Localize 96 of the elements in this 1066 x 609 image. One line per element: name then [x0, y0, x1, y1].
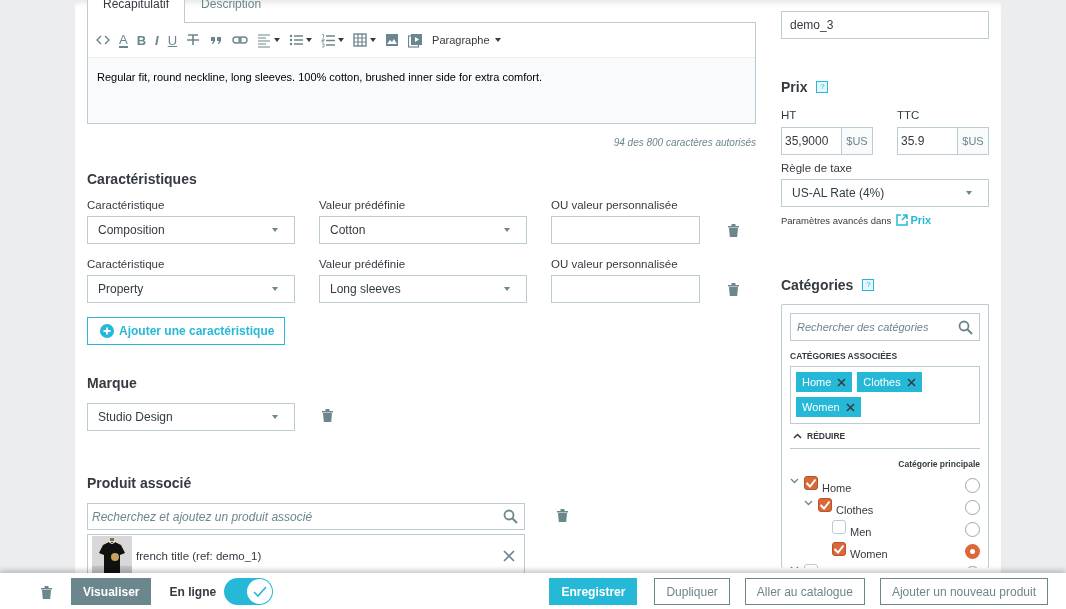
editor-text: Regular fit, round neckline, long sleeves. 100% cotton, brushed inner side for extra comfort.	[97, 71, 544, 83]
trash-icon[interactable]	[322, 409, 333, 422]
field-label: OU valeur personnalisée	[551, 199, 679, 211]
collapse-link[interactable]: RÉDUIRE	[790, 424, 980, 449]
section-title: Caractéristiques	[87, 171, 198, 187]
category-name: Home	[822, 482, 852, 494]
footer-button[interactable]: Ajouter un nouveau produit	[879, 578, 1048, 605]
input-field[interactable]	[551, 216, 700, 244]
currency-label: $US	[957, 128, 988, 154]
chevron-down-icon[interactable]	[804, 500, 813, 506]
section-title: Produit associé	[87, 475, 193, 491]
field-label: OU valeur personnalisée	[551, 258, 679, 270]
field-label: Caractéristique	[87, 199, 166, 211]
tab[interactable]: Récapitulatif	[87, 0, 186, 23]
bullet-list-icon[interactable]	[289, 32, 304, 48]
dropdown[interactable]: Composition	[87, 216, 295, 244]
currency-label: $US	[841, 128, 872, 154]
check-icon	[819, 500, 831, 510]
help-text: Paramètres avancés dans	[781, 214, 892, 226]
check-icon	[805, 478, 817, 488]
external-link-icon	[896, 214, 909, 226]
check-icon	[252, 585, 267, 598]
caret-icon	[494, 38, 501, 42]
plus-circle-icon	[100, 324, 114, 338]
category-tag: Home	[796, 372, 853, 392]
text-color-button[interactable]: A	[119, 32, 128, 48]
video-icon[interactable]	[408, 32, 424, 48]
trash-icon[interactable]	[728, 224, 739, 237]
search-icon	[958, 319, 973, 335]
product-name: french title (ref: demo_1)	[136, 550, 263, 562]
strikethrough-icon[interactable]	[186, 32, 201, 48]
format-dropdown[interactable]: Paragraphe	[432, 34, 501, 46]
caret-icon	[272, 415, 278, 419]
toggle-switch[interactable]	[224, 578, 274, 605]
caret-icon	[504, 287, 510, 291]
dropdown[interactable]: Property	[87, 275, 295, 303]
field-label: CATÉGORIES ASSOCIÉES	[790, 351, 899, 361]
checkbox[interactable]	[832, 520, 846, 534]
dropdown[interactable]: Cotton	[319, 216, 527, 244]
check-icon	[833, 544, 845, 554]
field-label: HT	[781, 109, 798, 121]
bold-button[interactable]: B	[136, 32, 147, 48]
column-label: Catégorie principale	[897, 459, 980, 469]
price-field[interactable]: 35,9000 $US	[781, 127, 873, 155]
close-icon[interactable]	[906, 377, 916, 387]
footer-button[interactable]: Dupliquer	[654, 578, 730, 605]
field-label: Valeur prédéfinie	[319, 258, 407, 270]
section-title: Prix	[781, 79, 808, 95]
chevron-up-icon	[793, 433, 802, 439]
category-name: Women	[850, 548, 888, 560]
preview-button[interactable]: Visualiser	[71, 578, 152, 605]
trash-icon[interactable]	[557, 508, 568, 522]
chevron-down-icon[interactable]	[790, 478, 799, 484]
trash-icon[interactable]	[728, 283, 739, 296]
underline-button[interactable]: U	[167, 32, 178, 48]
footer-button[interactable]: Aller au catalogue	[744, 578, 865, 605]
category-name: Men	[850, 526, 872, 538]
checkbox[interactable]	[832, 542, 846, 556]
field-label: Valeur prédéfinie	[319, 199, 407, 211]
italic-button[interactable]: I	[155, 32, 159, 48]
search-field[interactable]: Rechercher des catégories	[790, 313, 980, 341]
dropdown[interactable]: Studio Design	[87, 403, 295, 431]
reference-field[interactable]: demo_3	[781, 11, 989, 39]
close-icon[interactable]	[503, 550, 515, 562]
caret-icon	[966, 191, 972, 195]
search-field[interactable]: Recherchez et ajoutez un produit associé	[87, 503, 525, 530]
close-icon[interactable]	[837, 377, 847, 387]
category-tag: Women	[796, 397, 861, 417]
dropdown[interactable]: US-AL Rate (4%)	[781, 179, 989, 207]
search-input[interactable]: Recherchez et ajoutez un produit associé	[92, 509, 503, 524]
price-field[interactable]: 35.9 $US	[897, 127, 989, 155]
category-tag: Clothes	[857, 372, 922, 392]
search-icon	[503, 509, 518, 524]
image-icon[interactable]	[385, 32, 400, 48]
caret-icon	[272, 287, 278, 291]
tab[interactable]: Description	[185, 0, 278, 22]
numbered-list-icon[interactable]	[321, 32, 336, 48]
field-label: Règle de taxe	[781, 162, 853, 174]
character-count: 94 des 800 caractères autorisés	[612, 137, 756, 148]
search-input[interactable]: Rechercher des catégories	[797, 321, 958, 333]
toggle-label: En ligne	[169, 585, 217, 599]
category-name: Clothes	[836, 504, 874, 516]
radio-button[interactable]	[965, 544, 980, 559]
field-label: TTC	[897, 109, 921, 121]
section-title: Marque	[87, 375, 138, 391]
checkbox[interactable]	[818, 498, 832, 512]
caret-icon	[272, 228, 278, 232]
section-title: Catégories	[781, 277, 854, 293]
table-icon[interactable]	[353, 32, 368, 48]
close-icon[interactable]	[845, 402, 855, 412]
input-field[interactable]	[551, 275, 700, 303]
trash-icon[interactable]	[41, 586, 52, 599]
field-label: Caractéristique	[87, 258, 166, 270]
dropdown[interactable]: Long sleeves	[319, 275, 527, 303]
checkbox[interactable]	[804, 476, 818, 490]
caret-icon	[504, 228, 510, 232]
